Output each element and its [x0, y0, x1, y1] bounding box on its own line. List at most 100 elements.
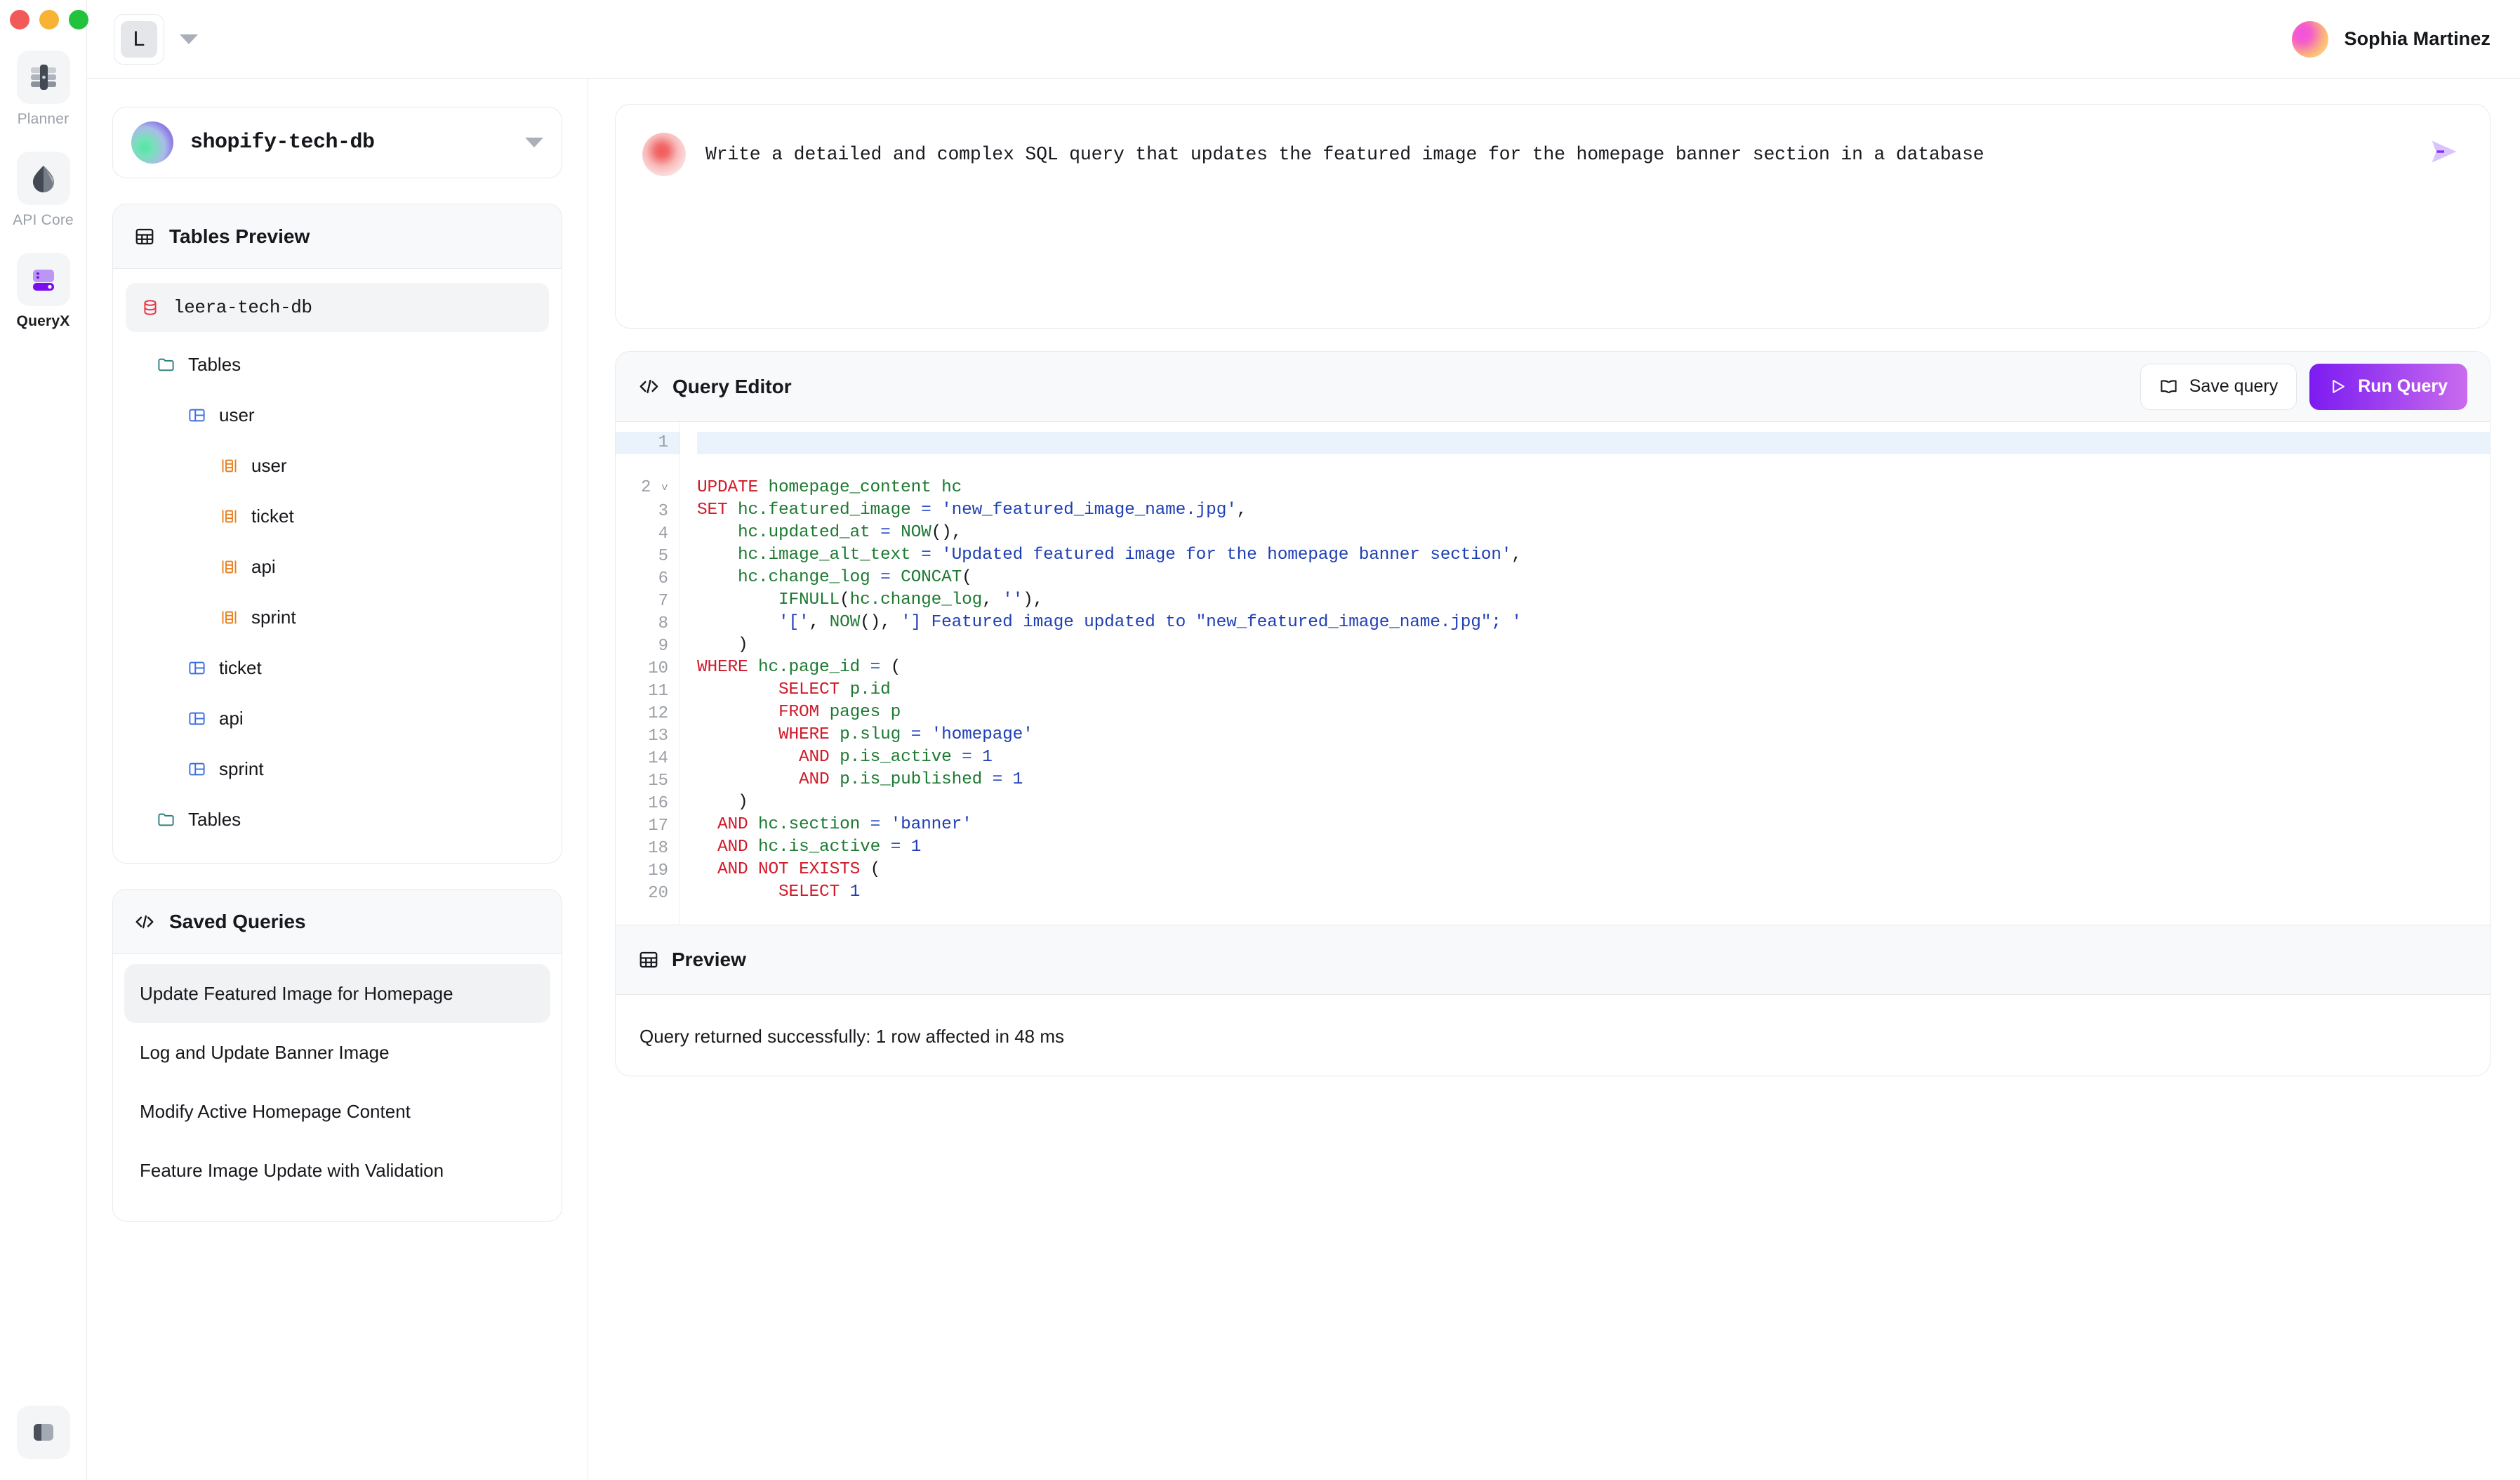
sql-code[interactable]: UPDATE homepage_content hc SET hc.featur…: [680, 422, 2490, 925]
query-editor-card: Query Editor Save query Run Query 1 2 ˅ …: [615, 351, 2491, 1076]
tree-node-label: sprint: [251, 606, 296, 628]
saved-query-item[interactable]: Feature Image Update with Validation: [124, 1141, 550, 1200]
run-query-label: Run Query: [2358, 376, 2448, 396]
saved-queries-header: Saved Queries: [113, 890, 562, 954]
table-icon: [187, 659, 206, 678]
avatar: [2292, 20, 2329, 58]
table-grid-icon: [134, 226, 155, 247]
minimize-window-button[interactable]: [39, 10, 59, 29]
tree-node-column[interactable]: api: [126, 541, 549, 592]
server-stack-icon: [16, 51, 70, 104]
tree-node-table[interactable]: api: [126, 693, 549, 744]
tables-preview-card: Tables Preview leera-tech-db Tables user…: [112, 204, 562, 864]
save-query-button[interactable]: Save query: [2140, 363, 2297, 410]
tree-node-column[interactable]: sprint: [126, 592, 549, 642]
line-number-gutter: 12 ˅ 3 4 5 6 7 8 9 10 11 12 13 14 15 16 17 18 19 20: [616, 422, 680, 925]
rail-item-api-core[interactable]: API Core: [13, 152, 74, 229]
columns-icon: [220, 557, 239, 576]
saved-queries-list: Update Featured Image for Homepage Log a…: [113, 954, 562, 1221]
saved-query-item[interactable]: Log and Update Banner Image: [124, 1023, 550, 1082]
tree-node-table[interactable]: sprint: [126, 744, 549, 794]
chevron-down-icon: [525, 138, 543, 147]
tree-node-label: Tables: [188, 808, 241, 830]
tree-node-column[interactable]: ticket: [126, 491, 549, 541]
play-icon: [2329, 378, 2347, 395]
close-window-button[interactable]: [10, 10, 29, 29]
folder-icon: [157, 355, 175, 374]
table-icon: [187, 709, 206, 728]
prompt-text: Write a detailed and complex SQL query t…: [705, 144, 1984, 165]
tree-node-label: Tables: [188, 353, 241, 375]
sidebar-toggle-button[interactable]: [16, 1406, 70, 1459]
saved-query-item[interactable]: Update Featured Image for Homepage: [124, 964, 550, 1023]
query-editor-title: Query Editor: [672, 375, 792, 397]
database-orb: [131, 121, 173, 164]
tables-preview-body: leera-tech-db Tables user user ticket ap…: [113, 269, 562, 863]
user-name: Sophia Martinez: [2344, 28, 2491, 49]
rail-item-queryx[interactable]: QueryX: [16, 253, 70, 330]
book-icon: [2159, 377, 2178, 396]
app-rail: Planner API Core QueryX: [0, 0, 87, 1480]
sql-code-area[interactable]: 12 ˅ 3 4 5 6 7 8 9 10 11 12 13 14 15 16 17 18 19 20 UPDATE…: [616, 422, 2490, 925]
run-query-button[interactable]: Run Query: [2309, 363, 2467, 410]
tree-database-row[interactable]: leera-tech-db: [126, 283, 549, 332]
send-icon[interactable]: [2428, 136, 2460, 168]
save-query-label: Save query: [2189, 376, 2279, 396]
tables-tree: Tables user user ticket api sprint ticke…: [126, 339, 549, 845]
tree-node-label: ticket: [219, 656, 262, 678]
columns-icon: [220, 456, 239, 475]
tree-node-label: api: [251, 555, 276, 577]
tree-node-label: user: [251, 454, 287, 476]
tree-node-table[interactable]: ticket: [126, 642, 549, 693]
preview-body: Query returned successfully: 1 row affec…: [616, 995, 2490, 1076]
top-bar: L Sophia Martinez: [87, 0, 2520, 79]
columns-icon: [220, 608, 239, 627]
columns-icon: [220, 507, 239, 526]
tree-node-label: ticket: [251, 505, 294, 527]
database-selector-value: shopify-tech-db: [190, 131, 375, 154]
query-editor-header: Query Editor Save query Run Query: [616, 352, 2490, 422]
table-icon: [187, 406, 206, 425]
code-brackets-icon: [134, 911, 155, 932]
saved-queries-title: Saved Queries: [169, 910, 306, 932]
tree-node-column[interactable]: user: [126, 440, 549, 491]
tree-database-label: leera-tech-db: [173, 297, 312, 318]
tables-preview-title: Tables Preview: [169, 225, 310, 247]
sidebar-panel: shopify-tech-db Tables Preview leera-tec…: [87, 79, 588, 1480]
workspace-switcher-button[interactable]: L: [114, 13, 164, 65]
rail-label-queryx: QueryX: [16, 313, 70, 329]
preview-header: Preview: [616, 925, 2490, 995]
preview-message: Query returned successfully: 1 row affec…: [639, 1026, 1065, 1047]
table-grid-icon: [638, 949, 659, 970]
saved-query-item[interactable]: Modify Active Homepage Content: [124, 1082, 550, 1141]
folder-icon: [157, 810, 175, 829]
database-selector[interactable]: shopify-tech-db: [112, 107, 562, 178]
app-window: Planner API Core QueryX L Sophia Martine…: [0, 0, 2520, 1480]
editor-actions: Save query Run Query: [2140, 363, 2467, 410]
tables-preview-header: Tables Preview: [113, 204, 562, 269]
database-purple-icon: [16, 253, 70, 306]
saved-queries-card: Saved Queries Update Featured Image for …: [112, 889, 562, 1222]
rail-label-api-core: API Core: [13, 212, 74, 228]
panel-toggle-icon: [16, 1406, 70, 1459]
tree-node-label: sprint: [219, 758, 264, 779]
main-area: shopify-tech-db Tables Preview leera-tec…: [87, 79, 2520, 1480]
window-traffic-lights: [10, 10, 88, 29]
user-menu[interactable]: Sophia Martinez: [2292, 20, 2491, 58]
tree-node-label: api: [219, 707, 244, 729]
tree-node-label: user: [219, 404, 255, 425]
code-brackets-icon: [638, 376, 660, 397]
maximize-window-button[interactable]: [69, 10, 88, 29]
prompt-box[interactable]: Write a detailed and complex SQL query t…: [615, 104, 2491, 329]
chevron-down-icon[interactable]: [180, 34, 198, 44]
droplet-split-icon: [16, 152, 70, 205]
database-icon: [141, 298, 159, 317]
rail-item-planner[interactable]: Planner: [16, 51, 70, 128]
tree-node-folder[interactable]: Tables: [126, 339, 549, 390]
table-icon: [187, 760, 206, 779]
content-panel: Write a detailed and complex SQL query t…: [588, 79, 2520, 1480]
tree-node-table[interactable]: user: [126, 390, 549, 440]
rail-label-planner: Planner: [17, 111, 69, 127]
tree-node-folder[interactable]: Tables: [126, 794, 549, 845]
preview-title: Preview: [672, 949, 746, 970]
